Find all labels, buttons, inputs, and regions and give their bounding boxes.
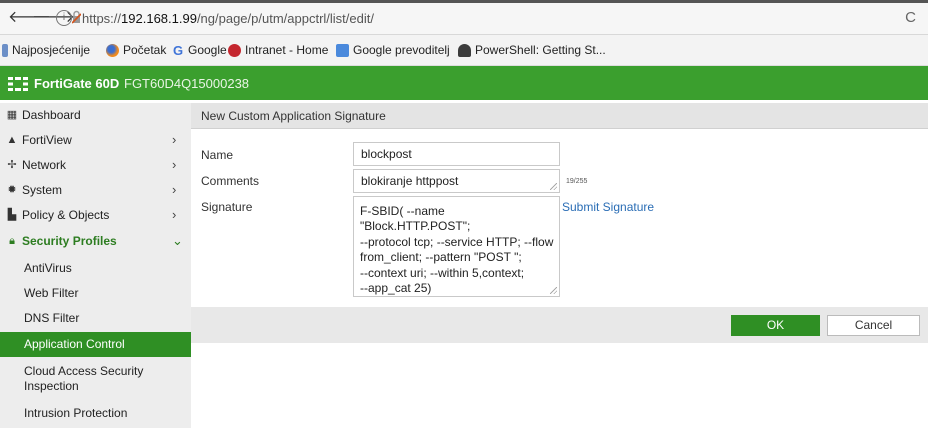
sidebar-item-antivirus[interactable]: AntiVirus [0,256,191,281]
ok-button[interactable]: OK [731,315,820,336]
app-header: FortiGate 60D FGT60D4Q15000238 [0,66,928,100]
sidebar-item-label: FortiView [22,133,72,147]
translate-icon [336,43,349,57]
bookmark-folder-icon [2,43,8,57]
intranet-icon [228,43,241,57]
bookmark-item[interactable]: Intranet - Home [228,43,328,57]
comments-label: Comments [201,174,260,188]
device-serial: FGT60D4Q15000238 [124,76,250,91]
sidebar: ▦ Dashboard ▲ FortiView › ✢ Network › ✹ … [0,103,191,428]
browser-toolbar: 🡐 🡒 i https://192.168.1.99/ng/page/p/utm… [0,3,928,35]
sidebar-item-intrusion-protection[interactable]: Intrusion Protection [0,401,191,426]
resize-handle-icon[interactable] [550,287,557,294]
bookmark-item[interactable]: G Google [173,43,227,57]
chevron-right-icon: › [172,207,177,222]
sidebar-item-policy-objects[interactable]: ▙ Policy & Objects › [0,203,191,228]
address-bar[interactable]: i https://192.168.1.99/ng/page/p/utm/app… [56,7,918,29]
reload-icon[interactable]: C [905,9,916,26]
cancel-button[interactable]: Cancel [827,315,920,336]
policy-icon: ▙ [7,209,17,221]
comments-field[interactable]: blokiranje httppost [353,169,560,193]
sidebar-item-dashboard[interactable]: ▦ Dashboard [0,103,191,128]
sidebar-item-label: Dashboard [22,108,81,122]
sidebar-item-label: Network [22,158,67,172]
google-icon: G [173,42,184,58]
comments-field-value: blokiranje httppost [361,174,459,188]
bookmark-item[interactable]: PowerShell: Getting St... [458,43,606,57]
bookmark-label: Google [188,43,227,57]
sidebar-item-security-profiles[interactable]: 🔒︎ Security Profiles ⌄ [0,229,191,254]
page-title: New Custom Application Signature [201,109,386,123]
powershell-icon [458,43,471,57]
chevron-down-icon: ⌄ [172,233,183,248]
bookmark-item[interactable]: Google prevoditelj [336,43,450,57]
resize-handle-icon[interactable] [550,183,557,190]
sidebar-item-label: Web Filter [24,286,79,300]
bookmark-label: Google prevoditelj [353,43,450,57]
bookmark-label: Najposjećenije [12,43,91,57]
bookmark-label: Početak [123,43,167,57]
url-text: https://192.168.1.99/ng/page/p/utm/appct… [82,11,374,26]
chevron-right-icon: › [172,182,177,197]
signature-value: F-SBID( --name "Block.HTTP.POST"; --prot… [360,204,554,296]
panel-title-bar: New Custom Application Signature [191,103,928,129]
signature-textarea[interactable]: F-SBID( --name "Block.HTTP.POST"; --prot… [353,196,560,297]
name-label: Name [201,148,234,162]
chevron-right-icon: › [172,132,177,147]
fortinet-logo-icon [8,77,28,91]
signature-label: Signature [201,200,253,214]
chevron-right-icon: › [172,157,177,172]
sidebar-item-dns-filter[interactable]: DNS Filter [0,306,191,331]
firefox-icon [106,43,119,57]
sidebar-item-label: Intrusion Protection [24,406,128,420]
dashboard-icon: ▦ [6,109,18,121]
lock-icon: 🔒︎ [9,235,15,247]
sidebar-item-label: Cloud Access Security Inspection [24,364,144,393]
sidebar-item-network[interactable]: ✢ Network › [0,153,191,178]
info-icon[interactable]: i [56,10,72,26]
sidebar-item-label: Application Control [24,337,125,351]
network-icon: ✢ [7,159,17,171]
bookmark-label: Intranet - Home [245,43,329,57]
sidebar-item-label: AntiVirus [24,261,72,275]
name-field-value: blockpost [361,147,412,161]
sidebar-item-label: System [22,183,63,197]
gear-icon: ✹ [7,184,17,196]
comments-char-counter: 19/255 [566,178,588,185]
sidebar-item-fortiview[interactable]: ▲ FortiView › [0,128,191,153]
insecure-lock-icon[interactable] [72,10,81,24]
sidebar-item-label: Policy & Objects [22,208,110,222]
sidebar-item-label: DNS Filter [24,311,80,325]
forward-arrow-icon[interactable]: 🡒 [32,9,75,27]
name-field[interactable]: blockpost [353,142,560,166]
back-arrow-icon[interactable]: 🡐 [8,9,51,27]
sidebar-item-cloud-access-security-inspection[interactable]: Cloud Access Security Inspection [0,359,191,401]
bookmark-label: PowerShell: Getting St... [475,43,606,57]
sidebar-item-system[interactable]: ✹ System › [0,178,191,203]
bookmark-item[interactable]: Najposjećenije [2,43,90,57]
bookmarks-bar: Najposjećenije Početak G Google Intranet… [0,35,928,66]
device-model: FortiGate 60D [34,76,120,91]
bookmark-item[interactable]: Početak [106,43,166,57]
sidebar-item-web-filter[interactable]: Web Filter [0,281,191,306]
fortiview-icon: ▲ [6,134,18,146]
sidebar-item-label: Security Profiles [22,234,117,248]
sidebar-item-application-control[interactable]: Application Control [0,332,191,357]
submit-signature-link[interactable]: Submit Signature [562,200,654,214]
